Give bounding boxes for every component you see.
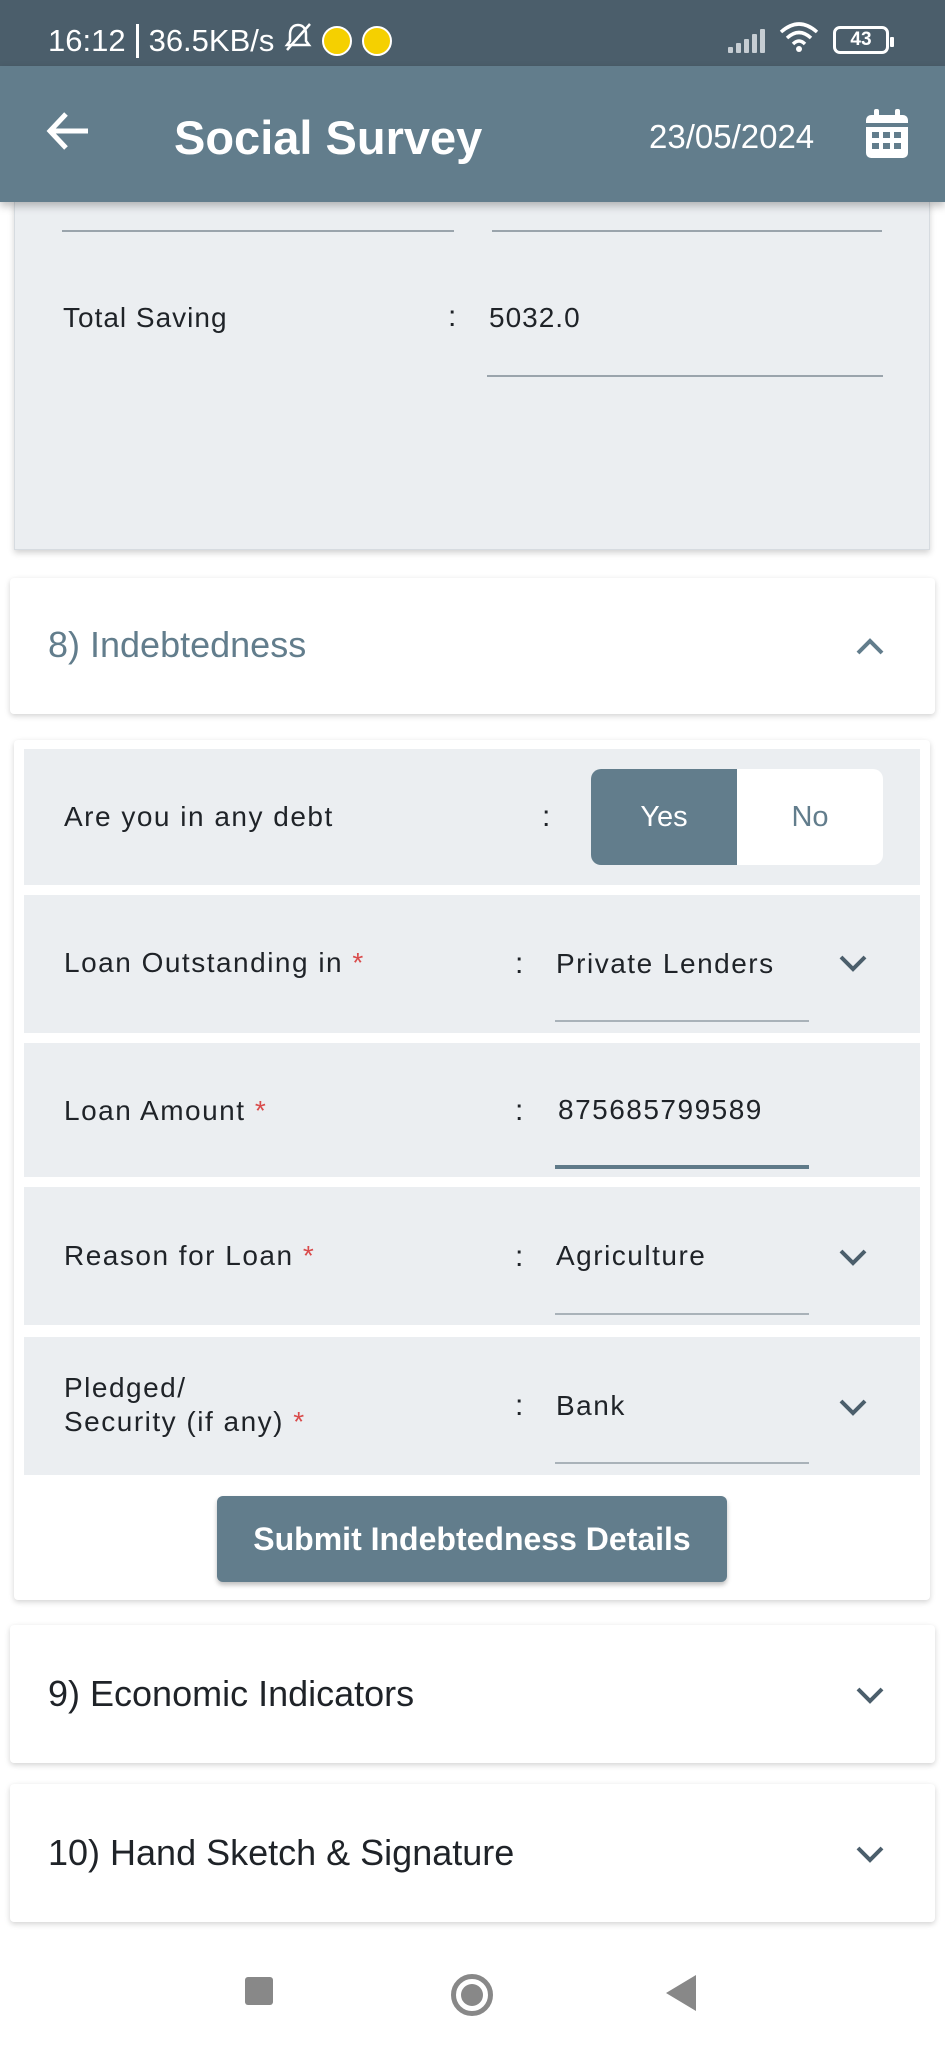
field-underline-active <box>555 1165 809 1169</box>
field-underline <box>492 230 882 232</box>
chevron-down-icon[interactable] <box>838 1392 868 1422</box>
battery-icon: 43 <box>833 25 894 54</box>
yes-option[interactable]: Yes <box>591 769 737 865</box>
section-indebtedness-header[interactable]: 8) Indebtedness <box>10 578 935 714</box>
loan-amount-row: Loan Amount * <box>24 1043 920 1177</box>
colon: : <box>515 947 524 980</box>
chevron-down-icon[interactable] <box>838 948 868 978</box>
signal-icon <box>728 27 765 53</box>
back-arrow-icon[interactable] <box>44 106 94 156</box>
colon: : <box>515 1389 524 1422</box>
debt-question-label: Are you in any debt <box>64 801 334 832</box>
total-saving-value[interactable]: 5032.0 <box>489 302 581 334</box>
back-icon[interactable] <box>666 1975 696 2011</box>
network-speed: 36.5KB/s <box>148 22 275 58</box>
colon: : <box>515 1094 524 1127</box>
calendar-icon[interactable] <box>864 108 910 160</box>
section-economic-header[interactable]: 9) Economic Indicators <box>10 1625 935 1763</box>
field-underline <box>487 375 883 377</box>
loan-amount-label: Loan Amount * <box>64 1095 268 1126</box>
app-bar: Social Survey 23/05/2024 <box>0 66 945 202</box>
loan-outstanding-label: Loan Outstanding in * <box>64 947 365 978</box>
field-underline <box>62 230 454 232</box>
reason-row: Reason for Loan * <box>24 1187 920 1325</box>
survey-date: 23/05/2024 <box>649 118 815 155</box>
no-option[interactable]: No <box>737 769 883 865</box>
chevron-down-icon[interactable] <box>855 1680 885 1710</box>
colon: : <box>515 1240 524 1273</box>
status-right: 43 <box>728 22 894 57</box>
field-underline <box>555 1313 809 1315</box>
wifi-icon <box>779 22 819 57</box>
status-time: 16:12 <box>48 22 126 58</box>
pledged-select[interactable]: Bank <box>556 1390 626 1422</box>
loan-outstanding-select[interactable]: Private Lenders <box>556 948 775 980</box>
section-title: 9) Economic Indicators <box>48 1673 415 1714</box>
pledged-label: Pledged/Security (if any) * <box>64 1372 306 1437</box>
total-saving-label: Total Saving <box>63 302 228 333</box>
reason-label: Reason for Loan * <box>64 1240 316 1271</box>
reason-select[interactable]: Agriculture <box>556 1240 706 1272</box>
chevron-up-icon[interactable] <box>855 632 885 662</box>
colon: : <box>448 300 457 333</box>
section-hand-sketch-header[interactable]: 10) Hand Sketch & Signature <box>10 1784 935 1922</box>
chevron-down-icon[interactable] <box>838 1242 868 1272</box>
chevron-down-icon[interactable] <box>855 1839 885 1869</box>
submit-indebtedness-button[interactable]: Submit Indebtedness Details <box>217 1496 727 1582</box>
field-underline <box>555 1462 809 1464</box>
status-bar: 16:12 36.5KB/s 43 <box>0 0 945 66</box>
status-left: 16:12 36.5KB/s <box>48 22 393 59</box>
section-title: 10) Hand Sketch & Signature <box>48 1832 515 1873</box>
colon: : <box>542 800 551 833</box>
battery-level: 43 <box>850 28 872 50</box>
section-title: 8) Indebtedness <box>48 624 307 665</box>
recent-apps-icon[interactable] <box>245 1977 273 2005</box>
debt-toggle[interactable]: Yes No <box>591 769 883 865</box>
snapchat-icon <box>362 25 393 56</box>
page-title: Social Survey <box>174 111 483 164</box>
bell-off-icon <box>284 22 312 59</box>
field-underline <box>555 1020 809 1022</box>
loan-amount-input[interactable]: 875685799589 <box>558 1094 763 1126</box>
system-nav-bar <box>0 1932 945 2048</box>
status-separator <box>135 23 139 58</box>
pledged-row: Pledged/Security (if any) * <box>24 1337 920 1475</box>
home-icon[interactable] <box>451 1974 493 2016</box>
snapchat-icon <box>322 25 353 56</box>
loan-outstanding-row: Loan Outstanding in * <box>24 895 920 1033</box>
